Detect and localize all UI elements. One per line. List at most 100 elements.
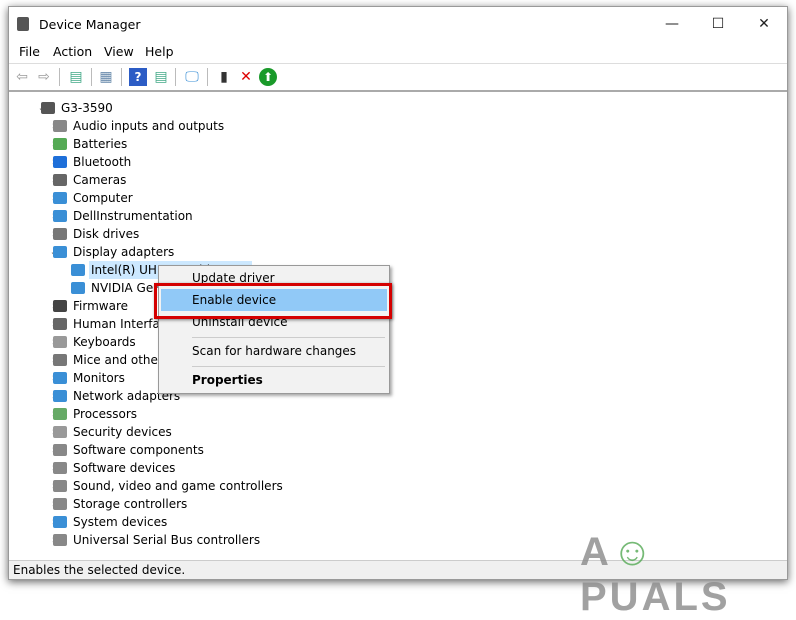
tree-category[interactable]: ›Sound, video and game controllers [9,477,787,495]
menu-action[interactable]: Action [53,44,92,59]
update-driver-icon[interactable]: ▮ [215,68,233,86]
device-category-icon [53,462,67,474]
tree-item-label: Sound, video and game controllers [73,479,283,493]
tree-item-label: Software components [73,443,204,457]
tree-item-label: DellInstrumentation [73,209,193,223]
tree-category[interactable]: ›Monitors [9,369,787,387]
menu-item-properties[interactable]: Properties [161,369,387,391]
device-category-icon [41,102,55,114]
device-category-icon [53,300,67,312]
tree-category[interactable]: ›Cameras [9,171,787,189]
device-category-icon [71,282,85,294]
tree-item-label: Storage controllers [73,497,188,511]
device-category-icon [53,354,67,366]
toolbar: ⇦ ⇨ ▤ ▦ ? ▤ 🖵 ▮ ✕ ⬆ [9,63,787,92]
device-category-icon [53,192,67,204]
device-manager-icon [17,17,29,31]
device-category-icon [53,210,67,222]
menu-view[interactable]: View [104,44,134,59]
device-manager-window: Device Manager — ☐ ✕ File Action View He… [8,6,788,580]
device-category-icon [53,444,67,456]
tree-item-label: Keyboards [73,335,136,349]
device-category-icon [53,390,67,402]
menu-file[interactable]: File [19,44,40,59]
appuals-watermark: A☺PUALS [580,530,731,619]
tree-item-label: Disk drives [73,227,140,241]
forward-icon[interactable]: ⇨ [35,68,53,86]
tree-category[interactable]: ›Storage controllers [9,495,787,513]
window-title: Device Manager [39,17,141,32]
device-category-icon [53,372,67,384]
tree-item-label: Security devices [73,425,172,439]
help-icon[interactable]: ? [129,68,147,86]
status-text: Enables the selected device. [13,563,186,577]
tree-item-label: System devices [73,515,168,529]
device-tree[interactable]: ⌄G3-3590›Audio inputs and outputs›Batter… [9,93,787,561]
tree-item-label: Software devices [73,461,176,475]
device-category-icon [53,174,67,186]
menu-separator [192,337,385,338]
tree-category[interactable]: ›Disk drives [9,225,787,243]
device-category-icon [53,228,67,240]
tree-category[interactable]: ›Software components [9,441,787,459]
tree-item-label: Processors [73,407,138,421]
device-category-icon [53,534,67,546]
tree-item-label: G3-3590 [61,101,113,115]
tree-category[interactable]: ›Bluetooth [9,153,787,171]
device-category-icon [53,156,67,168]
tree-category[interactable]: ›Network adapters [9,387,787,405]
tree-category[interactable]: ›Batteries [9,135,787,153]
close-button[interactable]: ✕ [741,13,787,35]
tree-category[interactable]: ›Security devices [9,423,787,441]
device-category-icon [53,408,67,420]
device-category-icon [53,120,67,132]
back-icon[interactable]: ⇦ [13,68,31,86]
scan-hardware-icon[interactable]: 🖵 [183,68,201,86]
tree-category[interactable]: ›DellInstrumentation [9,207,787,225]
tree-item-label: Computer [73,191,133,205]
device-category-icon [53,480,67,492]
tree-category[interactable]: ›Audio inputs and outputs [9,117,787,135]
tree-root[interactable]: ⌄G3-3590 [9,99,787,117]
tree-device[interactable]: Intel(R) UHD Graphics 630 [9,261,787,279]
show-hide-console-tree-icon[interactable]: ▤ [67,68,85,86]
device-category-icon [53,246,67,258]
tree-category[interactable]: ›Software devices [9,459,787,477]
tree-item-label: Display adapters [73,245,175,259]
uninstall-icon[interactable]: ✕ [237,68,255,86]
tree-category[interactable]: ›Human Interface Devices [9,315,787,333]
tree-item-label: Audio inputs and outputs [73,119,225,133]
minimize-button[interactable]: — [649,13,695,35]
tree-item-label: Batteries [73,137,128,151]
tree-item-label: Monitors [73,371,125,385]
menu-item-scan-hardware[interactable]: Scan for hardware changes [161,340,387,362]
tree-item-label: Firmware [73,299,128,313]
tree-category[interactable]: ›Firmware [9,297,787,315]
tree-category[interactable]: ›System devices [9,513,787,531]
tree-category[interactable]: ›Processors [9,405,787,423]
menu-help[interactable]: Help [145,44,174,59]
menu-separator [192,366,385,367]
properties-icon[interactable]: ▦ [97,68,115,86]
device-category-icon [53,336,67,348]
device-category-icon [53,516,67,528]
device-category-icon [53,426,67,438]
tree-category[interactable]: ›Mice and other pointing devices [9,351,787,369]
tree-category[interactable]: ›Keyboards [9,333,787,351]
title-bar: Device Manager — ☐ ✕ [9,7,787,41]
action-pane-icon[interactable]: ▤ [152,68,170,86]
device-category-icon [71,264,85,276]
menu-bar: File Action View Help [9,41,787,63]
tree-item-label: Cameras [73,173,127,187]
device-category-icon [53,498,67,510]
enable-icon[interactable]: ⬆ [259,68,277,86]
tree-item-label: Universal Serial Bus controllers [73,533,261,547]
device-category-icon [53,138,67,150]
highlight-box [154,283,392,319]
tree-category[interactable]: ⌄Display adapters [9,243,787,261]
tree-device[interactable]: NVIDIA GeForce [9,279,787,297]
device-category-icon [53,318,67,330]
tree-category[interactable]: ›Computer [9,189,787,207]
maximize-button[interactable]: ☐ [695,13,741,35]
tree-item-label: Bluetooth [73,155,132,169]
